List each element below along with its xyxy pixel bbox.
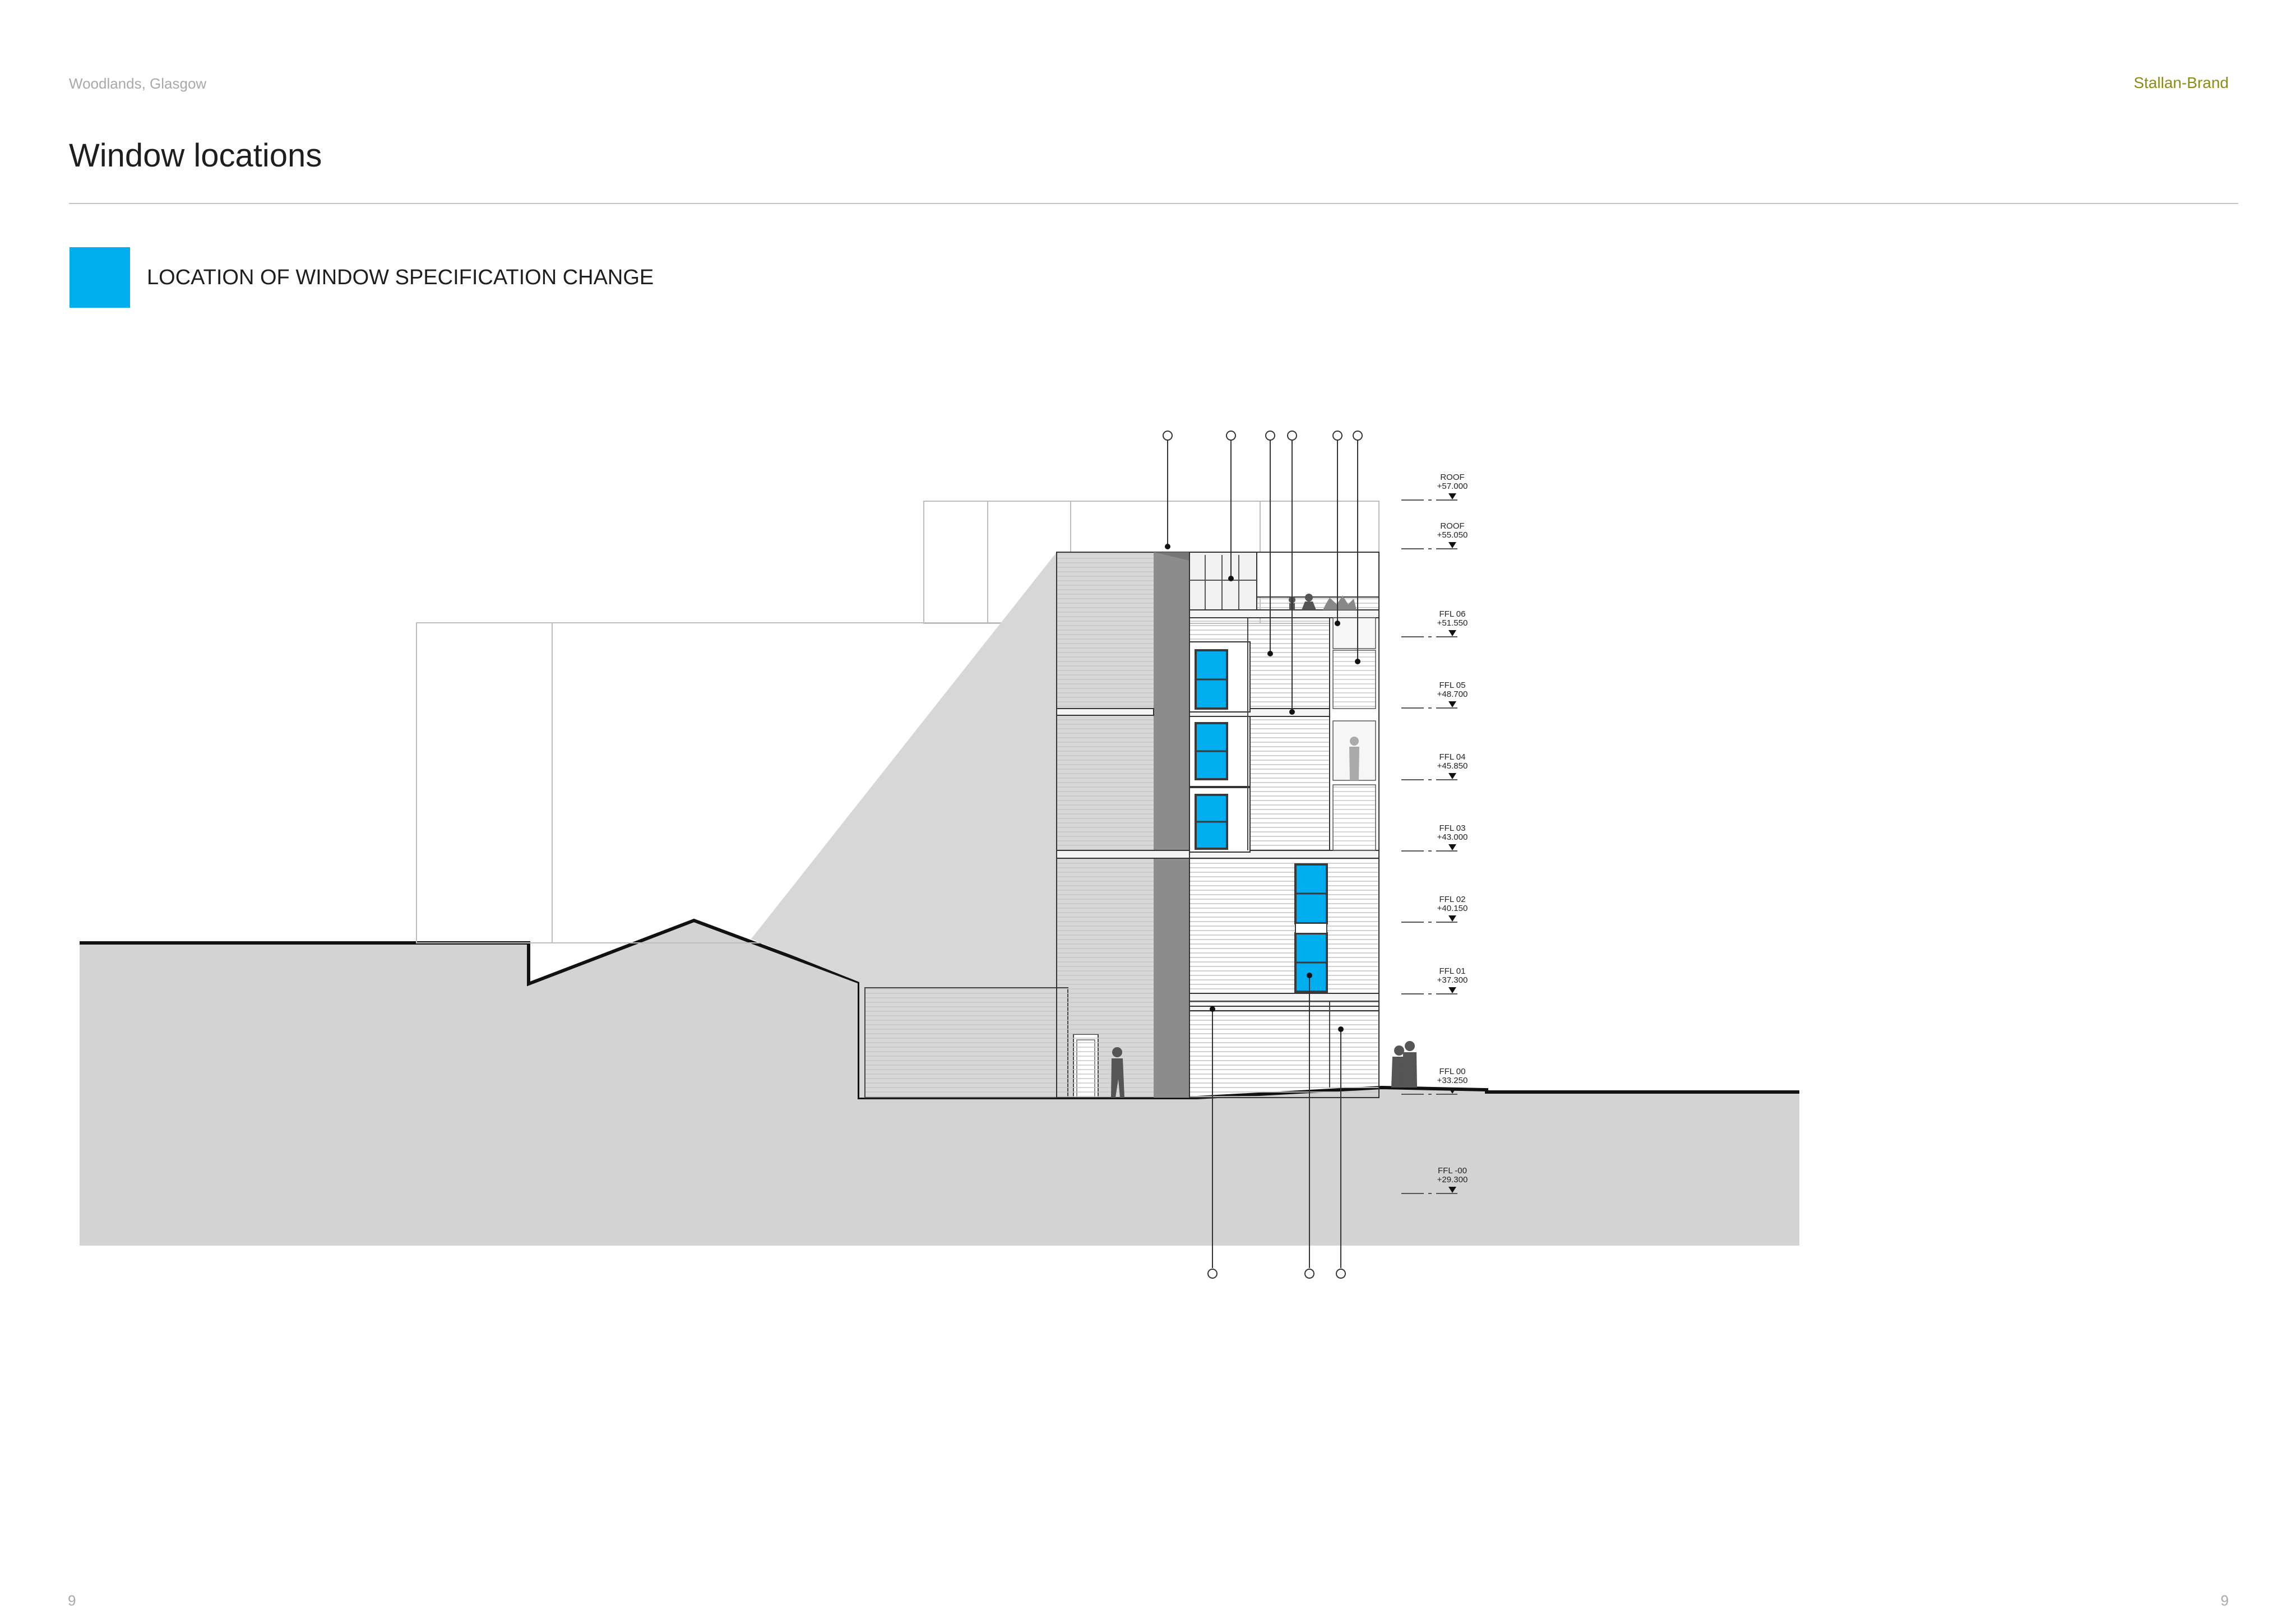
level-name: FFL 01 [1439, 966, 1466, 976]
level-name: FFL -00 [1438, 1166, 1467, 1176]
level-marker: ROOF+57.000 [1401, 473, 1468, 501]
level-marker: FFL 06+51.550 [1401, 609, 1468, 637]
level-value: +55.050 [1437, 530, 1468, 540]
level-marker: FFL 02+40.150 [1401, 895, 1468, 923]
level-value: +33.250 [1437, 1076, 1468, 1085]
level-name: FFL 03 [1439, 823, 1466, 833]
level-value: +45.850 [1437, 761, 1468, 771]
level-name: FFL 05 [1439, 681, 1466, 690]
level-marker: FFL 05+48.700 [1401, 681, 1468, 709]
page-number-right: 9 [2220, 1592, 2229, 1609]
level-marker: FFL 03+43.000 [1401, 823, 1468, 852]
level-name: ROOF [1440, 473, 1464, 482]
main-tower [1056, 552, 1380, 1098]
level-name: ROOF [1440, 521, 1464, 531]
level-value: +43.000 [1437, 832, 1468, 842]
level-value: +57.000 [1437, 482, 1468, 491]
level-name: FFL 06 [1439, 609, 1466, 619]
page-number-left: 9 [68, 1592, 76, 1609]
level-marker: FFL 01+37.300 [1401, 966, 1468, 994]
level-name: FFL 02 [1439, 895, 1466, 904]
level-value: +48.700 [1437, 690, 1468, 699]
level-marker: ROOF+55.050 [1401, 521, 1468, 549]
level-name: FFL 04 [1439, 752, 1466, 762]
level-value: +40.150 [1437, 904, 1468, 913]
level-marker: FFL 04+45.850 [1401, 752, 1468, 780]
level-value: +51.550 [1437, 618, 1468, 628]
level-name: FFL 00 [1439, 1067, 1466, 1076]
level-value: +37.300 [1437, 975, 1468, 985]
level-value: +29.300 [1437, 1175, 1468, 1185]
elevation-drawing: ROOF+57.000ROOF+55.050FFL 06+51.550FFL 0… [80, 431, 1799, 1279]
